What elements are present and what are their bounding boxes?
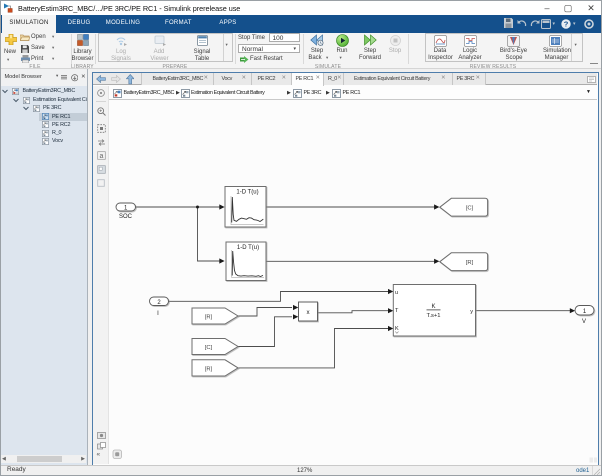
svg-text:[C]: [C] — [465, 206, 473, 212]
svg-text:[R]: [R] — [465, 260, 473, 266]
svg-text:[R]: [R] — [204, 314, 212, 320]
svg-text:K: K — [431, 304, 435, 310]
svg-text:?: ? — [564, 19, 569, 28]
svg-text:[R]: [R] — [204, 366, 212, 372]
svg-text:a: a — [99, 153, 103, 160]
svg-text:u: u — [395, 290, 398, 296]
svg-text:T.s+1: T.s+1 — [426, 313, 440, 319]
svg-text:SOC: SOC — [118, 214, 132, 220]
svg-text:I: I — [157, 311, 159, 317]
svg-text:1-D T(u): 1-D T(u) — [236, 190, 258, 196]
svg-text:V: V — [581, 319, 585, 325]
svg-text:K: K — [395, 326, 399, 332]
svg-text:y: y — [470, 309, 473, 315]
svg-text:[C]: [C] — [204, 345, 212, 351]
svg-text:1-D T(u): 1-D T(u) — [236, 245, 258, 251]
